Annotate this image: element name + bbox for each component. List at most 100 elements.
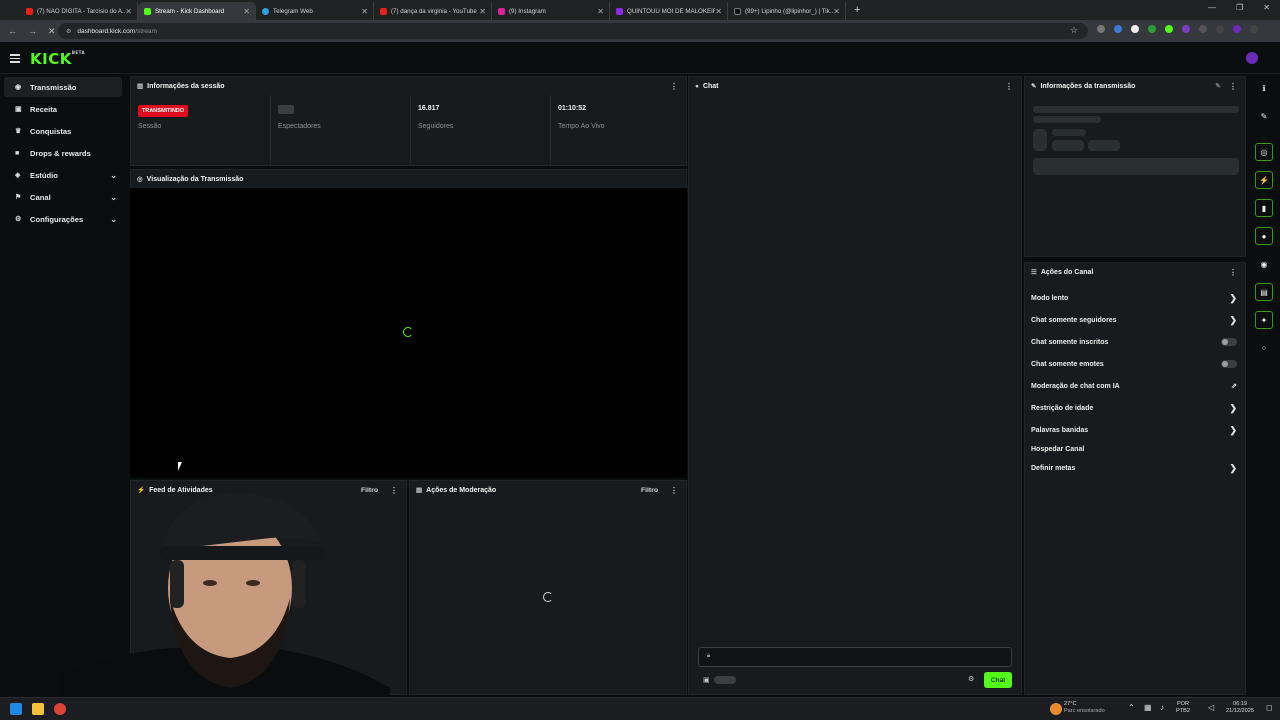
close-icon[interactable]: ✕: [715, 7, 722, 16]
windows-taskbar: 27°C Parc ensolarado ⌃ ▦ ♪ POR PTB2 ◁ 06…: [0, 697, 1280, 720]
extension-icon[interactable]: [1165, 25, 1173, 33]
kick-logo[interactable]: KICKBETA: [30, 50, 85, 68]
viewers-value-placeholder: [278, 105, 410, 117]
chevron-up-icon[interactable]: ⌃: [1128, 704, 1135, 712]
close-icon[interactable]: ✕: [597, 7, 604, 16]
chat-bubble-icon: ●: [695, 82, 699, 90]
extension-icon[interactable]: [1182, 25, 1190, 33]
sidebar-item-configuracoes[interactable]: ⚙ Configurações ⌄: [4, 209, 122, 229]
speaker-icon[interactable]: ◁: [1208, 704, 1214, 712]
forward-icon[interactable]: →: [28, 26, 40, 36]
wrench-icon[interactable]: ✦: [1255, 311, 1273, 329]
minimize-icon[interactable]: —: [1208, 3, 1216, 12]
browser-tab-active[interactable]: Stream - Kick Dashboard ✕: [138, 2, 256, 20]
youtube-icon: [26, 7, 33, 15]
hamburger-menu-icon[interactable]: [10, 54, 20, 65]
edit-pencil-icon[interactable]: ✎: [1215, 82, 1221, 90]
document-icon[interactable]: ▮: [1255, 199, 1273, 217]
more-options-icon[interactable]: ⋮: [670, 486, 678, 495]
maximize-icon[interactable]: ❐: [1236, 3, 1243, 12]
new-tab-button[interactable]: +: [854, 4, 860, 16]
info-icon[interactable]: ℹ: [1255, 79, 1273, 97]
extension-icon[interactable]: [1114, 25, 1122, 33]
more-options-icon[interactable]: ⋮: [390, 486, 398, 495]
sidebar-item-estudio[interactable]: ◈ Estúdio ⌄: [4, 165, 122, 185]
language-indicator[interactable]: POR PTB2: [1176, 701, 1190, 715]
chevron-down-icon: ⌄: [110, 170, 117, 180]
clock[interactable]: 06:19 21/12/2025: [1226, 701, 1254, 715]
browser-tab[interactable]: (9) Instagram ✕: [492, 2, 610, 20]
site-info-icon[interactable]: ⚙: [66, 28, 71, 35]
chat-info-placeholder: [714, 676, 736, 684]
download-icon[interactable]: [1216, 25, 1224, 33]
browser-tab[interactable]: (7) NÃO DIGITA - Tarcísio do A... ✕: [20, 2, 138, 20]
weather-widget[interactable]: 27°C Parc ensolarado: [1064, 701, 1105, 715]
close-icon[interactable]: ✕: [243, 7, 250, 16]
chat-message-input[interactable]: 🔒︎: [698, 647, 1012, 667]
bookmark-star-icon[interactable]: ☆: [1070, 25, 1078, 36]
chevron-right-icon: ❯: [1229, 424, 1237, 435]
action-age-restriction[interactable]: Restrição de idade ❯: [1031, 398, 1237, 418]
sidebar-item-receita[interactable]: ▣ Receita: [4, 99, 122, 119]
skeleton-bar: [1033, 158, 1239, 175]
action-followers-only[interactable]: Chat somente seguidores ❯: [1031, 310, 1237, 330]
sidebar-item-canal[interactable]: ⚑ Canal ⌄: [4, 187, 122, 207]
extension-icon[interactable]: [1131, 25, 1139, 33]
windows-start-icon[interactable]: [10, 703, 22, 715]
action-ai-moderation[interactable]: Moderação de chat com IA ⇗: [1031, 376, 1237, 396]
stream-preview-player[interactable]: [130, 188, 687, 478]
browser-tab[interactable]: QUINTOUU MOI DE MALOKEIR... ✕: [610, 2, 728, 20]
close-window-icon[interactable]: ✕: [1263, 3, 1270, 12]
filter-button[interactable]: Filtro: [641, 487, 658, 494]
close-icon[interactable]: ✕: [833, 7, 840, 16]
panel-header: ☰ Ações do Canal ⋮: [1031, 267, 1237, 277]
more-options-icon[interactable]: ⋮: [670, 82, 678, 91]
chat-bubble-icon[interactable]: ●: [1255, 227, 1273, 245]
browser-tab[interactable]: (7) dança da virginia - YouTube ✕: [374, 2, 492, 20]
action-slow-mode[interactable]: Modo lento ❯: [1031, 288, 1237, 308]
extension-icon[interactable]: [1097, 25, 1105, 33]
chevron-right-icon: ❯: [1229, 402, 1237, 413]
studio-icon: ◈: [15, 172, 21, 179]
broadcast-icon[interactable]: ◉: [1255, 255, 1273, 273]
emote-icon[interactable]: ▣: [703, 676, 710, 684]
file-explorer-icon[interactable]: [32, 703, 44, 715]
menu-icon[interactable]: [1250, 25, 1258, 33]
action-banned-words[interactable]: Palavras banidas ❯: [1031, 420, 1237, 440]
extension-icon[interactable]: [1148, 25, 1156, 33]
close-icon[interactable]: ✕: [361, 7, 368, 16]
profile-icon[interactable]: [1233, 25, 1241, 33]
microphone-icon[interactable]: ♪: [1160, 704, 1164, 712]
chat-settings-gear-icon[interactable]: ⚙: [968, 675, 974, 683]
sidebar-item-drops[interactable]: ■ Drops & rewards: [4, 143, 122, 163]
apps-icon[interactable]: ⁘: [1255, 339, 1273, 357]
bolt-icon[interactable]: ⚡: [1255, 171, 1273, 189]
close-icon[interactable]: ✕: [125, 7, 132, 16]
browser-tab[interactable]: (99+) Lipinho (@lipinhor_) | Tik... ✕: [728, 2, 846, 20]
sidebar-item-transmissao[interactable]: ◉ Transmissão: [4, 77, 122, 97]
more-options-icon[interactable]: ⋮: [1229, 268, 1237, 277]
extension-puzzle-icon[interactable]: [1199, 25, 1207, 33]
network-icon[interactable]: ▦: [1144, 704, 1152, 712]
back-icon[interactable]: ←: [8, 26, 20, 36]
camera-icon[interactable]: ◎: [1255, 143, 1273, 161]
sidebar-item-conquistas[interactable]: ♛ Conquistas: [4, 121, 122, 141]
browser-tab[interactable]: Telegram Web ✕: [256, 2, 374, 20]
more-options-icon[interactable]: ⋮: [1229, 82, 1237, 91]
layout-icon[interactable]: ▤: [1255, 283, 1273, 301]
url-bar[interactable]: ⚙ dashboard.kick.com/stream ☆: [58, 23, 1088, 39]
chat-panel: ● Chat ⋮: [688, 76, 1022, 695]
avatar[interactable]: [1246, 52, 1258, 64]
stream-info-panel: ✎ Informações da transmissão ✎ ⋮: [1024, 76, 1246, 257]
close-icon[interactable]: ✕: [479, 7, 486, 16]
notifications-icon[interactable]: ◻: [1266, 704, 1273, 712]
subscribers-only-toggle[interactable]: [1221, 338, 1237, 346]
emotes-only-toggle[interactable]: [1221, 360, 1237, 368]
chrome-icon[interactable]: [54, 703, 66, 715]
action-host-channel[interactable]: Hospedar Canal: [1031, 439, 1237, 459]
chat-send-button[interactable]: Chat: [984, 672, 1012, 688]
action-set-goals[interactable]: Definir metas ❯: [1031, 458, 1237, 478]
edit-pencil-icon[interactable]: ✎: [1255, 107, 1273, 125]
more-options-icon[interactable]: ⋮: [1005, 82, 1013, 91]
wrench-icon: ✎: [1031, 83, 1037, 90]
